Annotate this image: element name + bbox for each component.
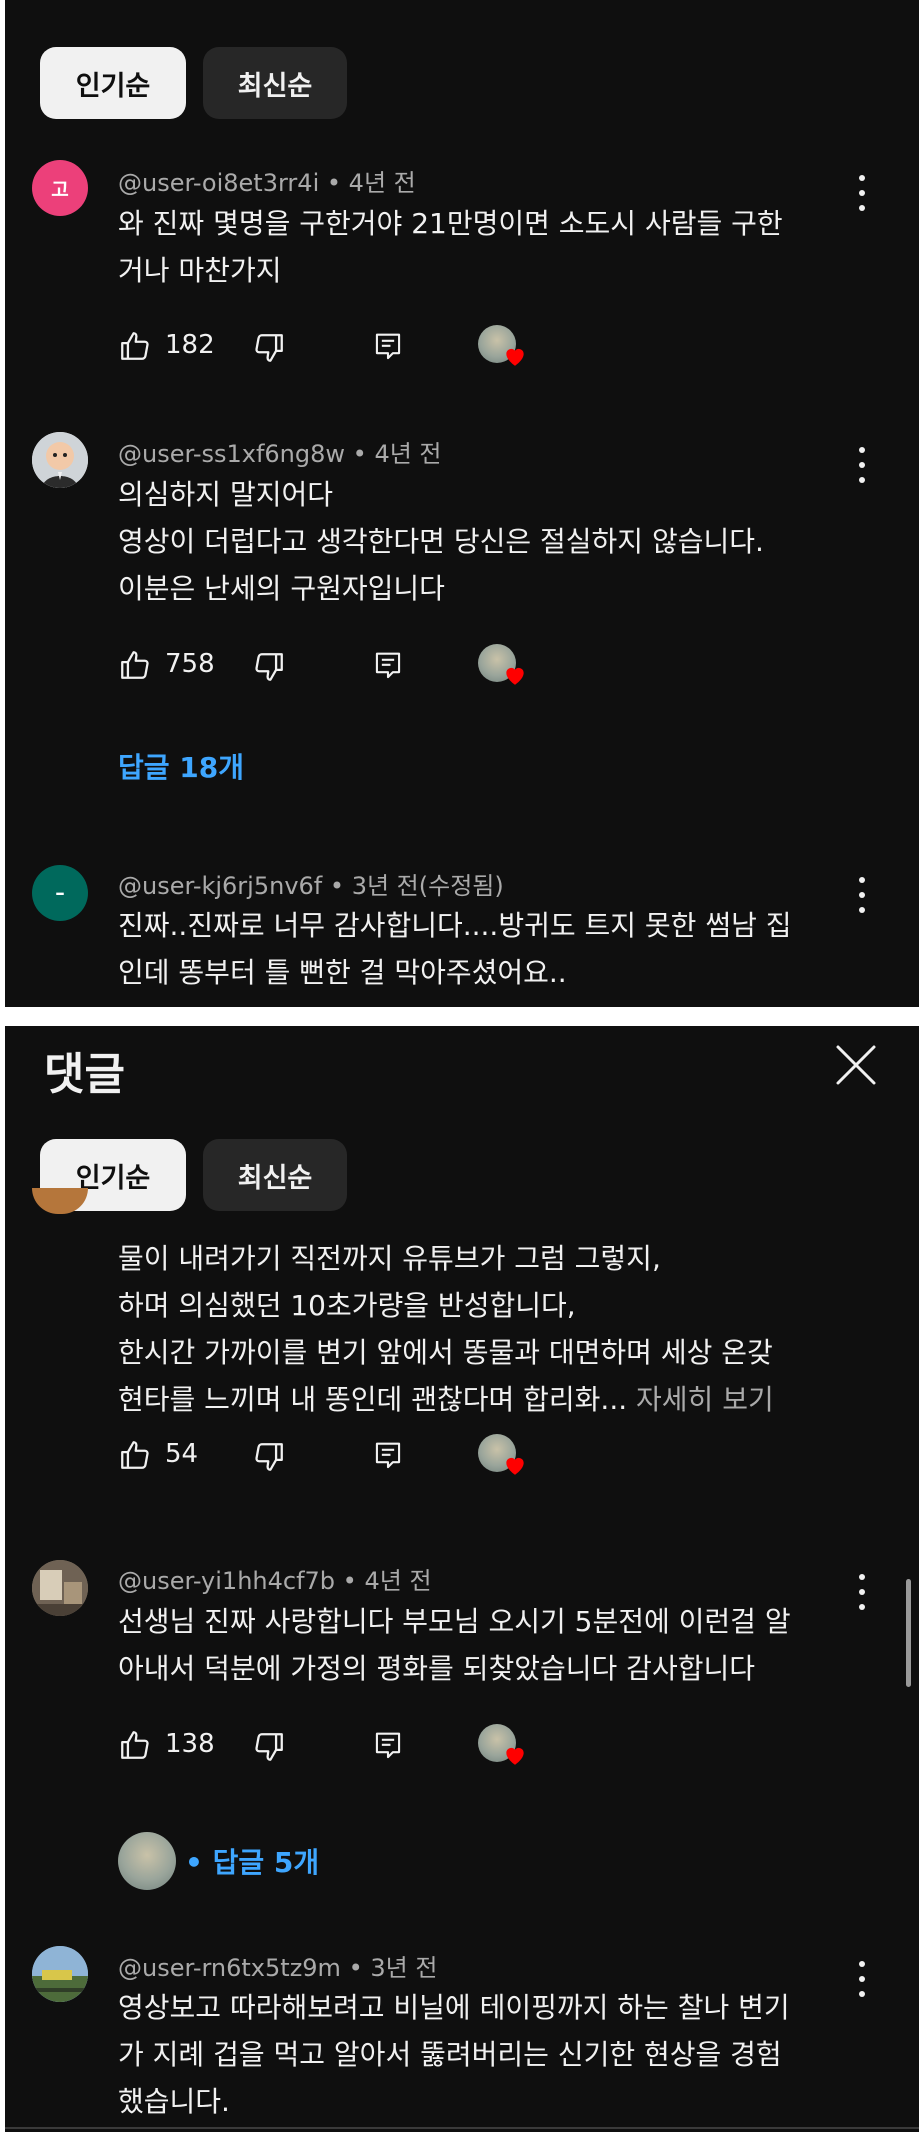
- avatar[interactable]: [32, 432, 88, 488]
- thumb-up-icon[interactable]: [118, 1728, 152, 1762]
- creator-heart: [478, 1432, 528, 1480]
- sheet-title: 댓글: [44, 1049, 125, 1100]
- comments-sheet: 댓글 인기순 최신순 물이 내려가기 직전까지 유튜브가 그럼 그렇지, 하며 …: [5, 1026, 919, 2132]
- comment-author[interactable]: @user-rn6tx5tz9m: [118, 1954, 341, 1982]
- avatar[interactable]: [32, 1560, 88, 1616]
- comment-line: 와 진짜 몇명을 구한거야 21만명이면 소도시 사람들 구한: [118, 207, 783, 240]
- landscape-avatar-icon: [32, 1946, 88, 2002]
- comment-time: 3년 전(수정됨): [351, 872, 504, 900]
- comment-meta: @user-yi1hh4cf7b • 4년 전: [118, 1561, 432, 1596]
- avatar[interactable]: 고: [32, 160, 88, 216]
- comment-line-text: 현타를 느끼며 내 똥인데 괜찮다며 합리화...: [118, 1383, 628, 1416]
- like-count: 54: [165, 1439, 199, 1469]
- meta-separator: •: [348, 1954, 363, 1982]
- comment-actions: 138: [118, 1722, 538, 1770]
- thumb-up-icon[interactable]: [118, 329, 152, 363]
- comment-time: 4년 전: [364, 1567, 432, 1595]
- reply-icon[interactable]: [373, 650, 403, 682]
- heart-icon: [506, 1457, 524, 1475]
- thumb-up-icon[interactable]: [118, 648, 152, 682]
- comment-line: 이분은 난세의 구원자입니다: [118, 572, 445, 605]
- comment-author[interactable]: @user-oi8et3rr4i: [118, 169, 319, 197]
- comment-author[interactable]: @user-kj6rj5nv6f: [118, 872, 322, 900]
- meta-separator: •: [342, 1567, 357, 1595]
- comment-line: 거나 마찬가지: [118, 254, 282, 287]
- like-count: 138: [165, 1729, 215, 1759]
- divider: [5, 2127, 919, 2129]
- comment-author[interactable]: @user-ss1xf6ng8w: [118, 440, 345, 468]
- reply-icon[interactable]: [373, 1440, 403, 1472]
- thumb-up-icon[interactable]: [118, 1438, 152, 1472]
- baby-avatar-icon: [32, 432, 88, 488]
- reply-icon[interactable]: [373, 331, 403, 363]
- thumb-down-icon[interactable]: [252, 650, 286, 684]
- view-replies-link[interactable]: 답글 18개: [118, 746, 244, 786]
- avatar[interactable]: –: [32, 865, 88, 921]
- comment-line: 현타를 느끼며 내 똥인데 괜찮다며 합리화... 자세히 보기: [118, 1376, 858, 1423]
- comment-line: 한시간 가까이를 변기 앞에서 똥물과 대면하며 세상 온갖: [118, 1336, 773, 1369]
- sort-chip-popular[interactable]: 인기순: [40, 47, 186, 119]
- comment-line: 의심하지 말지어다: [118, 478, 333, 511]
- comment-line: 가 지례 겁을 먹고 알아서 뚫려버리는 신기한 현상을 경험: [118, 2038, 782, 2071]
- comment-text: 의심하지 말지어다 영상이 더럽다고 생각한다면 당신은 절실하지 않습니다. …: [118, 471, 858, 612]
- comment-line: 영상이 더럽다고 생각한다면 당신은 절실하지 않습니다.: [118, 525, 764, 558]
- comment-actions: 54: [118, 1432, 538, 1480]
- meta-separator: •: [329, 872, 345, 900]
- creator-heart: [478, 323, 528, 371]
- comment-meta: @user-ss1xf6ng8w • 4년 전: [118, 434, 442, 469]
- comment-actions: 182: [118, 323, 538, 371]
- comment-meta: @user-oi8et3rr4i • 4년 전: [118, 163, 416, 198]
- comment-text: 물이 내려가기 직전까지 유튜브가 그럼 그렇지, 하며 의심했던 10초가량을…: [118, 1235, 858, 1423]
- comment-text: 와 진짜 몇명을 구한거야 21만명이면 소도시 사람들 구한 거나 마찬가지: [118, 200, 858, 294]
- thumb-down-icon[interactable]: [252, 331, 286, 365]
- thumb-down-icon[interactable]: [252, 1730, 286, 1764]
- reply-icon[interactable]: [373, 1730, 403, 1762]
- comment-time: 4년 전: [374, 440, 442, 468]
- sort-chip-newest[interactable]: 최신순: [203, 47, 347, 119]
- creator-avatar: [118, 1832, 176, 1890]
- creator-heart: [478, 1722, 528, 1770]
- comment-line: 했습니다.: [118, 2085, 230, 2118]
- comment-actions: 758: [118, 642, 538, 690]
- comment-text: 영상보고 따라해보려고 비닐에 테이핑까지 하는 찰나 변기 가 지례 겁을 먹…: [118, 1984, 858, 2125]
- replies-count: 답글 5개: [212, 1846, 320, 1879]
- comment-line: 진짜..진짜로 너무 감사합니다....방귀도 트지 못한 썸남 집: [118, 909, 792, 942]
- heart-icon: [506, 667, 524, 685]
- comment-line: 아내서 덕분에 가정의 평화를 되찾았습니다 감사합니다: [118, 1652, 755, 1685]
- meta-separator: •: [326, 169, 342, 197]
- view-replies-link[interactable]: • 답글 5개: [185, 1841, 319, 1881]
- heart-icon: [506, 348, 524, 366]
- thumb-down-icon[interactable]: [252, 1440, 286, 1474]
- comment-time: 4년 전: [348, 169, 416, 197]
- heart-icon: [506, 1747, 524, 1765]
- like-count: 758: [165, 649, 215, 679]
- photo-avatar-icon: [32, 1560, 88, 1616]
- comment-text: 진짜..진짜로 너무 감사합니다....방귀도 트지 못한 썸남 집 인데 똥부…: [118, 902, 858, 996]
- avatar-initial: –: [55, 882, 65, 904]
- scrollbar[interactable]: [906, 1579, 911, 1687]
- comment-line: 물이 내려가기 직전까지 유튜브가 그럼 그렇지,: [118, 1242, 661, 1275]
- comment-meta: @user-kj6rj5nv6f • 3년 전(수정됨): [118, 866, 504, 901]
- like-count: 182: [165, 330, 215, 360]
- read-more-link[interactable]: 자세히 보기: [636, 1383, 774, 1416]
- comment-text: 선생님 진짜 사랑합니다 부모님 오시기 5분전에 이런걸 알 아내서 덕분에 …: [118, 1598, 858, 1692]
- comment-time: 3년 전: [370, 1954, 438, 1982]
- avatar[interactable]: [32, 1946, 88, 2002]
- comment-author[interactable]: @user-yi1hh4cf7b: [118, 1567, 335, 1595]
- meta-separator: •: [185, 1846, 203, 1879]
- comment-line: 하며 의심했던 10초가량을 반성합니다,: [118, 1289, 576, 1322]
- sort-chip-newest[interactable]: 최신순: [203, 1139, 347, 1211]
- comment-line: 인데 똥부터 틀 뻔한 걸 막아주셨어요..: [118, 956, 567, 989]
- comment-line: 선생님 진짜 사랑합니다 부모님 오시기 5분전에 이런걸 알: [118, 1605, 791, 1638]
- creator-heart: [478, 642, 528, 690]
- close-icon[interactable]: [834, 1043, 878, 1087]
- comments-panel-top: 인기순 최신순 고 @user-oi8et3rr4i • 4년 전 와 진짜 몇…: [5, 0, 919, 1007]
- avatar-initial: 고: [51, 178, 69, 201]
- comment-meta: @user-rn6tx5tz9m • 3년 전: [118, 1948, 437, 1983]
- meta-separator: •: [352, 440, 367, 468]
- comment-line: 영상보고 따라해보려고 비닐에 테이핑까지 하는 찰나 변기: [118, 1991, 790, 2024]
